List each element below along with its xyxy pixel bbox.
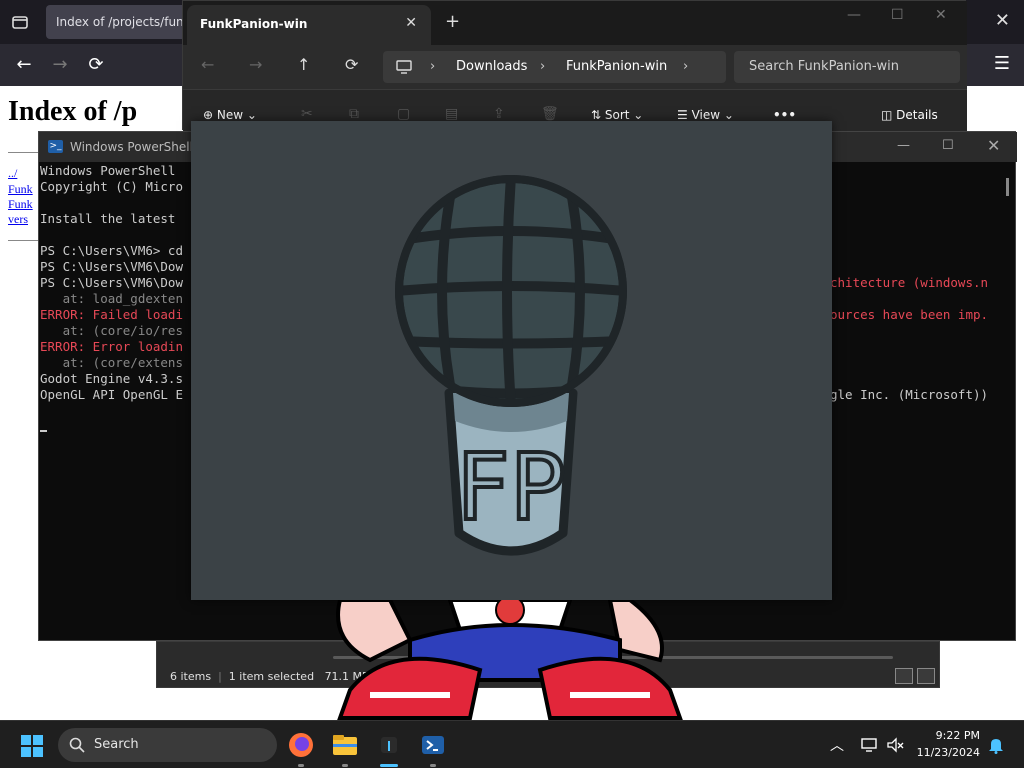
explorer-title-bar: FunkPanion-win ✕ + — ☐ ✕ — [183, 1, 967, 45]
explorer-address-bar: ← → ↑ ⟳ › Downloads › FunkPanion-win › S… — [183, 45, 967, 89]
console-line: PS C:\Users\VM6\Dow — [40, 259, 183, 274]
taskbar-search[interactable]: Search — [58, 728, 277, 762]
explorer-tab[interactable]: FunkPanion-win ✕ — [187, 5, 431, 45]
window-title: Windows PowerShell — [70, 140, 193, 154]
maximize-icon[interactable]: ☐ — [942, 138, 954, 153]
active-indicator — [380, 764, 398, 767]
console-line: Windows PowerShell — [40, 163, 176, 178]
start-icon[interactable] — [20, 734, 44, 758]
view-button[interactable]: ☰ View ⌄ — [677, 108, 734, 122]
console-line-fragment: gle Inc. (Microsoft)) — [830, 387, 989, 402]
minimize-icon[interactable]: — — [897, 138, 910, 153]
close-icon[interactable]: ✕ — [995, 10, 1010, 31]
chevron-right-icon: › — [683, 59, 689, 74]
item-count: 6 items — [170, 670, 212, 683]
console-line: ERROR: Failed loadi — [40, 307, 183, 322]
funkpanion-splash-window: FP — [191, 121, 832, 600]
back-icon[interactable]: ← — [12, 53, 36, 77]
hamburger-menu-icon[interactable]: ☰ — [994, 53, 1010, 74]
desktop: Index of /projects/funkp ✕ ← → ⟳ ☰ Index… — [0, 0, 1024, 768]
file-explorer-icon[interactable] — [329, 729, 361, 761]
maximize-icon[interactable]: ☐ — [891, 7, 904, 23]
console-line: at: (core/io/res — [40, 323, 183, 338]
reload-icon[interactable]: ⟳ — [84, 53, 108, 77]
console-line: at: load_gdexten — [40, 291, 183, 306]
logo-text: FP — [457, 434, 565, 541]
selection-count: 1 item selected — [228, 670, 315, 683]
link-parent[interactable]: ../ — [8, 166, 17, 181]
breadcrumb-downloads[interactable]: Downloads — [456, 59, 527, 74]
search-input[interactable]: Search FunkPanion-win — [734, 51, 960, 83]
powershell-icon[interactable] — [417, 729, 449, 761]
search-label: Search — [94, 737, 139, 752]
console-line: OpenGL API OpenGL E — [40, 387, 183, 402]
taskbar: Search ︿ 9:22 PM 11/23/2024 — [0, 720, 1024, 768]
funkpanion-app-icon[interactable] — [373, 729, 405, 761]
details-view-icon[interactable] — [895, 668, 913, 684]
computer-icon — [396, 60, 412, 74]
speaker-muted-icon[interactable] — [886, 737, 904, 753]
back-icon[interactable]: ← — [201, 55, 214, 74]
network-icon[interactable] — [860, 737, 878, 753]
microphone-logo: FP — [395, 175, 627, 556]
explorer-window: FunkPanion-win ✕ + — ☐ ✕ ← → ↑ ⟳ › Downl… — [182, 0, 967, 131]
chevron-right-icon: › — [540, 59, 546, 74]
close-icon[interactable]: ✕ — [987, 136, 1000, 155]
console-line: PS C:\Users\VM6> cd — [40, 243, 183, 258]
console-line: PS C:\Users\VM6\Dow — [40, 275, 183, 290]
console-line: Install the latest — [40, 211, 176, 226]
link-file[interactable]: Funk — [8, 182, 33, 197]
rename-icon[interactable]: ▤ — [445, 106, 458, 122]
delete-icon[interactable]: 🗑 — [541, 106, 559, 122]
more-options-icon[interactable]: ••• — [773, 108, 796, 122]
breadcrumb-funkpanion[interactable]: FunkPanion-win — [566, 59, 667, 74]
notification-bell-icon[interactable] — [988, 736, 1004, 754]
text-cursor — [40, 430, 47, 432]
forward-icon[interactable]: → — [48, 53, 72, 77]
share-icon[interactable]: ⇪ — [493, 106, 505, 122]
chevron-right-icon: › — [430, 59, 436, 74]
console-line: Godot Engine v4.3.s — [40, 371, 183, 386]
tiles-view-icon[interactable] — [917, 668, 935, 684]
running-indicator — [298, 764, 304, 767]
clock-date[interactable]: 11/23/2024 — [910, 746, 980, 759]
boyfriend-character — [336, 600, 683, 720]
running-indicator — [430, 764, 436, 767]
minimize-icon[interactable]: — — [847, 7, 861, 23]
copy-icon[interactable]: ⧉ — [349, 106, 359, 122]
link-file[interactable]: Funk — [8, 197, 33, 212]
close-tab-icon[interactable]: ✕ — [405, 15, 417, 31]
console-line-fragment: ources have been imp. — [830, 307, 989, 322]
breadcrumb[interactable]: › Downloads › FunkPanion-win › — [383, 51, 726, 83]
sort-button[interactable]: ⇅ Sort ⌄ — [591, 108, 643, 122]
console-line: Copyright (C) Micro — [40, 179, 183, 194]
clock-time[interactable]: 9:22 PM — [920, 729, 980, 742]
tab-list-icon[interactable] — [10, 12, 30, 32]
new-button[interactable]: ⊕ New ⌄ — [203, 108, 257, 122]
console-line-fragment: chitecture (windows.n — [830, 275, 989, 290]
up-icon[interactable]: ↑ — [297, 55, 310, 74]
close-icon[interactable]: ✕ — [935, 7, 947, 23]
new-tab-icon[interactable]: + — [445, 13, 460, 31]
refresh-icon[interactable]: ⟳ — [345, 55, 358, 74]
console-line: ERROR: Error loadin — [40, 339, 183, 354]
firefox-icon[interactable] — [285, 729, 317, 761]
details-button[interactable]: ◫ Details — [881, 108, 938, 122]
firefox-tab[interactable]: Index of /projects/funkp — [46, 5, 196, 39]
forward-icon[interactable]: → — [249, 55, 262, 74]
cut-icon[interactable]: ✂ — [301, 106, 313, 122]
paste-icon[interactable]: ▢ — [397, 106, 410, 122]
scrollbar[interactable] — [1006, 178, 1009, 196]
link-file[interactable]: vers — [8, 212, 28, 227]
search-icon — [69, 737, 85, 753]
console-line: at: (core/extens — [40, 355, 183, 370]
chevron-up-icon[interactable]: ︿ — [830, 735, 844, 755]
running-indicator — [342, 764, 348, 767]
explorer-tab-title: FunkPanion-win — [200, 17, 308, 31]
powershell-icon: >_ — [48, 140, 63, 153]
